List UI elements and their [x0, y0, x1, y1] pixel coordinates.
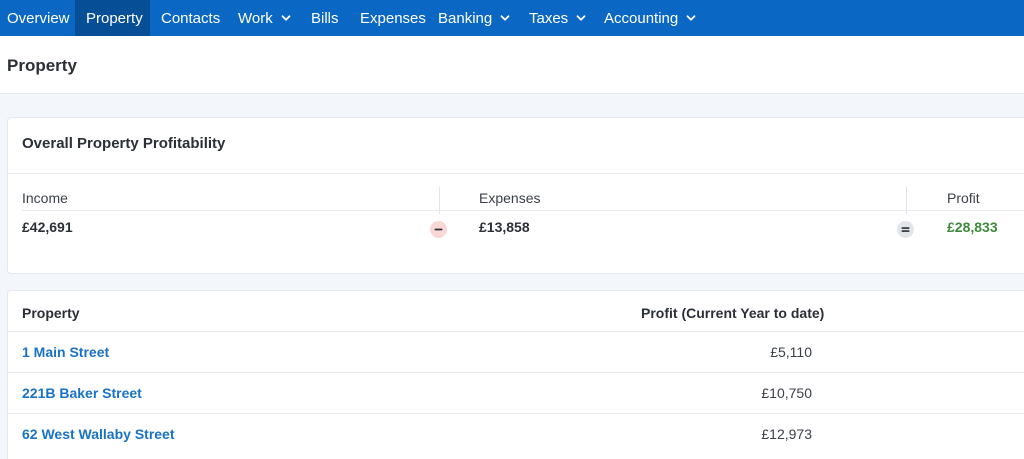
nav-item-label: Bills — [311, 9, 339, 27]
nav-item-label: Banking — [438, 9, 493, 27]
nav-item-bills[interactable]: Bills — [302, 0, 348, 36]
profitability-card: Overall Property Profitability Income Ex… — [7, 117, 1024, 274]
minus-icon — [430, 221, 447, 238]
page-title: Property — [7, 56, 77, 75]
nav-item-contacts[interactable]: Contacts — [150, 0, 227, 36]
card-title: Overall Property Profitability — [22, 135, 226, 152]
profit-label: Profit — [947, 190, 980, 206]
column-header-profit: Profit (Current Year to date) — [641, 305, 825, 321]
column-header-property: Property — [22, 305, 80, 321]
top-nav: Overview Property Contacts Work Bills Ex… — [0, 0, 1024, 36]
nav-item-expenses[interactable]: Expenses — [348, 0, 427, 36]
chevron-down-icon — [686, 13, 696, 23]
nav-item-taxes[interactable]: Taxes — [518, 0, 593, 36]
nav-item-label: Property — [86, 9, 143, 27]
expenses-label: Expenses — [479, 190, 541, 206]
divider — [8, 372, 1024, 373]
nav-item-property[interactable]: Property — [75, 0, 150, 36]
nav-item-label: Contacts — [161, 9, 221, 27]
property-profit: £10,750 — [761, 385, 812, 401]
chevron-down-icon — [500, 13, 510, 23]
nav-item-label: Accounting — [604, 9, 679, 27]
property-table: Property Profit (Current Year to date) 1… — [7, 290, 1024, 459]
nav-item-label: Taxes — [529, 9, 569, 27]
nav-item-overview[interactable]: Overview — [0, 0, 75, 36]
page-header: Property — [0, 36, 1024, 94]
profit-value: £28,833 — [947, 219, 998, 235]
expenses-value: £13,858 — [479, 219, 530, 235]
nav-item-work[interactable]: Work — [227, 0, 302, 36]
property-link[interactable]: 1 Main Street — [22, 344, 109, 360]
nav-item-label: Work — [238, 9, 273, 27]
property-link[interactable]: 62 West Wallaby Street — [22, 426, 175, 442]
property-profit: £12,973 — [761, 426, 812, 442]
income-value: £42,691 — [22, 219, 73, 235]
divider — [8, 173, 1024, 174]
nav-item-accounting[interactable]: Accounting — [593, 0, 703, 36]
nav-item-banking[interactable]: Banking — [427, 0, 518, 36]
property-profit: £5,110 — [770, 344, 812, 360]
property-link[interactable]: 221B Baker Street — [22, 385, 142, 401]
divider — [22, 210, 1024, 211]
nav-item-label: Overview — [7, 9, 70, 27]
equals-icon — [897, 221, 914, 238]
divider — [8, 331, 1024, 332]
divider — [8, 413, 1024, 414]
chevron-down-icon — [576, 13, 586, 23]
income-label: Income — [22, 190, 68, 206]
nav-item-label: Expenses — [360, 9, 426, 27]
chevron-down-icon — [281, 13, 291, 23]
